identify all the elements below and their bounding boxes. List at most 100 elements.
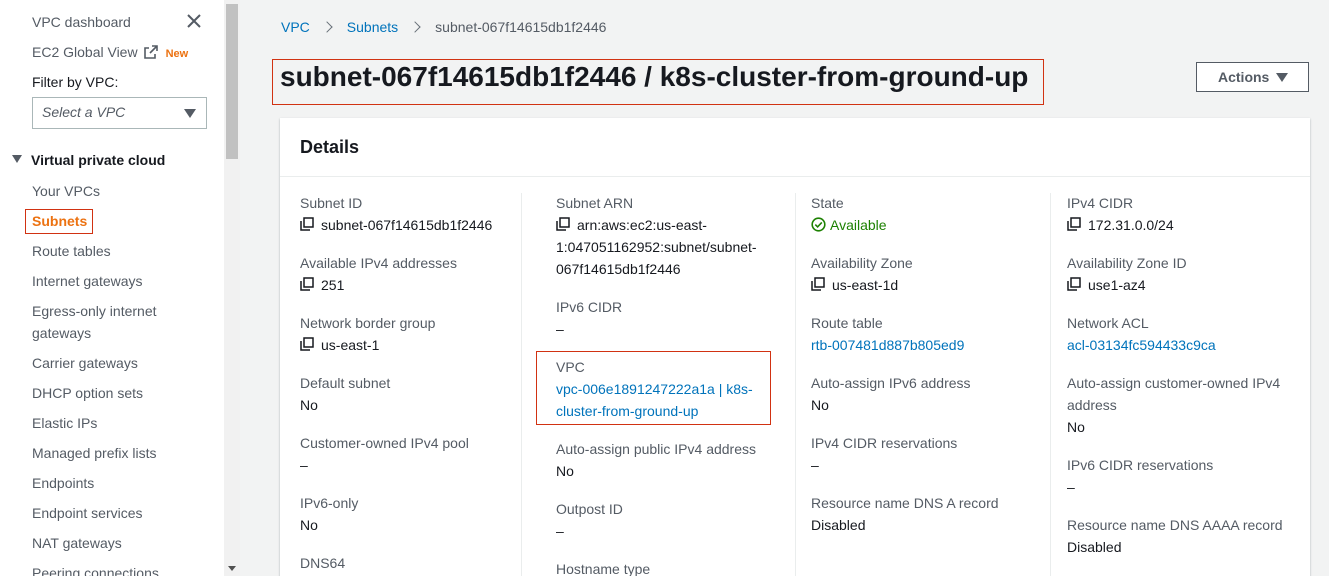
field-dns64: DNS64 [300, 552, 530, 574]
column-divider [795, 193, 796, 576]
sidebar-item-elastic-ips[interactable]: Elastic IPs [32, 412, 97, 434]
sidebar-item-managed-prefix-lists[interactable]: Managed prefix lists [32, 442, 157, 464]
sidebar-item-egress-only-internet-gateways-line2[interactable]: gateways [32, 322, 91, 344]
network-acl-link[interactable]: acl-03134fc594433c9ca [1067, 334, 1297, 356]
field-label: Resource name DNS A record [811, 495, 999, 511]
sidebar-item-vpc-dashboard[interactable]: VPC dashboard [32, 11, 131, 33]
caret-down-icon [1276, 73, 1288, 82]
field-auto-assign-ipv6: Auto-assign IPv6 address No [811, 372, 1041, 416]
field-label: IPv6 CIDR reservations [1067, 457, 1214, 473]
field-value: – [811, 457, 819, 473]
new-badge: New [165, 48, 189, 60]
route-table-link[interactable]: rtb-007481d887b805ed9 [811, 334, 1041, 356]
sidebar-item-carrier-gateways[interactable]: Carrier gateways [32, 352, 138, 374]
field-value: – [300, 457, 308, 473]
field-dns-a-record: Resource name DNS A record Disabled [811, 492, 1041, 536]
field-label: Availability Zone ID [1067, 255, 1187, 271]
breadcrumb-subnets[interactable]: Subnets [347, 19, 398, 35]
field-value: No [300, 517, 318, 533]
column-divider [1050, 193, 1051, 576]
availability-zone-value: us-east-1d [832, 277, 899, 293]
field-value: us-east-1d [811, 274, 1041, 296]
field-auto-assign-customer-owned: Auto-assign customer-owned IPv4 address … [1067, 372, 1297, 438]
close-icon[interactable] [185, 12, 203, 30]
field-ipv4-cidr: IPv4 CIDR 172.31.0.0/24 [1067, 192, 1297, 236]
subnet-id-value: subnet-067f14615db1f2446 [321, 217, 493, 233]
field-label-line2: address [1067, 397, 1117, 413]
copy-icon[interactable] [1067, 277, 1081, 291]
sidebar-item-endpoint-services[interactable]: Endpoint services [32, 502, 143, 524]
field-value: subnet-067f14615db1f2446 [300, 214, 530, 236]
available-ipv4-value: 251 [321, 277, 345, 293]
field-outpost-id: Outpost ID – [556, 498, 786, 542]
field-ipv6-cidr: IPv6 CIDR – [556, 296, 786, 340]
subnets-highlight-box [25, 209, 93, 234]
chevron-right-icon [409, 21, 421, 33]
sidebar-item-internet-gateways[interactable]: Internet gateways [32, 270, 143, 292]
field-value: No [811, 397, 829, 413]
sidebar-item-dhcp-option-sets[interactable]: DHCP option sets [32, 382, 143, 404]
field-subnet-arn: Subnet ARN arn:aws:ec2:us-east- 1:047051… [556, 192, 786, 280]
sidebar-scrollbar[interactable] [224, 0, 240, 576]
field-availability-zone: Availability Zone us-east-1d [811, 252, 1041, 296]
sidebar-item-nat-gateways[interactable]: NAT gateways [32, 532, 122, 554]
sidebar: VPC dashboard EC2 Global View New Filter … [0, 0, 224, 576]
filter-by-vpc-label: Filter by VPC: [32, 74, 119, 90]
ipv4-cidr-value: 172.31.0.0/24 [1088, 217, 1174, 233]
field-label: Subnet ID [300, 195, 363, 211]
field-label: Default subnet [300, 375, 391, 391]
field-ipv6-only: IPv6-only No [300, 492, 530, 536]
copy-icon[interactable] [556, 217, 570, 231]
sidebar-item-endpoints[interactable]: Endpoints [32, 472, 94, 494]
field-value: 251 [300, 274, 530, 296]
sidebar-item-ec2-global-view[interactable]: EC2 Global View New [32, 41, 188, 65]
field-hostname-type: Hostname type [556, 558, 786, 576]
sidebar-item-egress-only-internet-gateways[interactable]: Egress-only internet [32, 300, 157, 322]
field-value: Disabled [1067, 539, 1122, 555]
field-availability-zone-id: Availability Zone ID use1-az4 [1067, 252, 1297, 296]
scrollbar-thumb[interactable] [226, 4, 238, 159]
field-label: Resource name DNS AAAA record [1067, 517, 1283, 533]
external-link-icon [143, 45, 158, 59]
field-label: Route table [811, 315, 883, 331]
copy-icon[interactable] [300, 337, 314, 351]
status-available-icon [811, 217, 826, 232]
copy-icon[interactable] [1067, 217, 1081, 231]
details-title: Details [300, 137, 360, 157]
scroll-down-arrow-icon[interactable] [228, 566, 236, 571]
breadcrumb-vpc[interactable]: VPC [281, 19, 310, 35]
breadcrumb: VPC Subnets subnet-067f14615db1f2446 [281, 17, 606, 37]
field-state: State Available [811, 192, 1041, 236]
field-value: Available [811, 214, 1041, 236]
copy-icon[interactable] [811, 277, 825, 291]
sidebar-item-route-tables[interactable]: Route tables [32, 240, 111, 262]
subnet-arn-line2: 1:047051162952:subnet/subnet- [556, 239, 757, 255]
copy-icon[interactable] [300, 277, 314, 291]
field-dns-aaaa-record: Resource name DNS AAAA record Disabled [1067, 514, 1297, 558]
field-value: Disabled [811, 517, 866, 533]
vpc-highlight-box [536, 351, 771, 425]
field-value: arn:aws:ec2:us-east- [556, 214, 786, 236]
caret-down-icon [184, 109, 196, 118]
title-highlight-box [272, 59, 1044, 105]
field-label: Available IPv4 addresses [300, 255, 457, 271]
field-network-acl: Network ACL acl-03134fc594433c9ca [1067, 312, 1297, 356]
field-default-subnet: Default subnet No [300, 372, 530, 416]
sidebar-section-virtual-private-cloud[interactable]: Virtual private cloud [12, 149, 165, 171]
field-label: Auto-assign IPv6 address [811, 375, 971, 391]
field-label: Outpost ID [556, 501, 623, 517]
sidebar-item-peering-connections[interactable]: Peering connections [32, 562, 159, 576]
availability-zone-id-value: use1-az4 [1088, 277, 1146, 293]
field-ipv6-cidr-reservations: IPv6 CIDR reservations – [1067, 454, 1297, 498]
actions-button[interactable]: Actions [1196, 62, 1309, 92]
sidebar-item-your-vpcs[interactable]: Your VPCs [32, 180, 100, 202]
field-label: Customer-owned IPv4 pool [300, 435, 469, 451]
vpc-filter-select[interactable]: Select a VPC [32, 97, 207, 129]
field-label: Availability Zone [811, 255, 913, 271]
field-value: – [1067, 479, 1075, 495]
field-customer-owned-pool: Customer-owned IPv4 pool – [300, 432, 530, 476]
copy-icon[interactable] [300, 217, 314, 231]
subnet-arn-line3: 067f14615db1f2446 [556, 261, 681, 277]
field-auto-assign-public-ipv4: Auto-assign public IPv4 address No [556, 438, 786, 482]
field-label: IPv4 CIDR [1067, 195, 1134, 211]
